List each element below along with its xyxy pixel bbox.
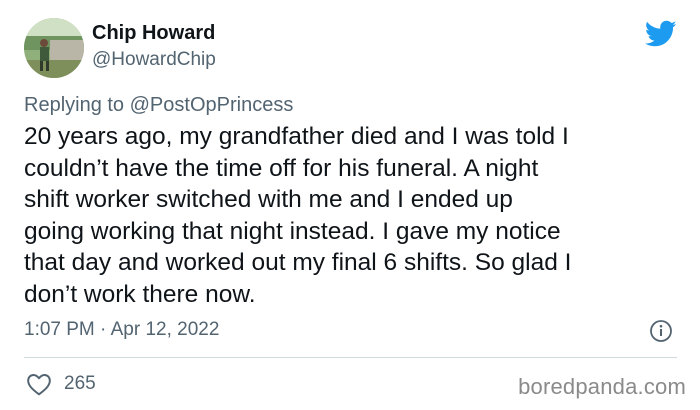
tweet-timestamp[interactable]: 1:07 PM · Apr 12, 2022 bbox=[24, 319, 219, 341]
twitter-bird-icon[interactable] bbox=[644, 20, 677, 48]
reply-context: Replying to @PostOpPrincess bbox=[24, 94, 293, 117]
reply-prefix: Replying to bbox=[24, 94, 125, 116]
reply-mention-link[interactable]: @PostOpPrincess bbox=[130, 94, 294, 116]
tweet-card: Chip Howard @HowardChip Replying to @Pos… bbox=[0, 0, 700, 410]
author-name[interactable]: Chip Howard bbox=[92, 22, 215, 45]
avatar[interactable] bbox=[24, 18, 84, 78]
info-icon[interactable] bbox=[649, 319, 673, 343]
like-count: 265 bbox=[64, 373, 96, 394]
heart-icon[interactable] bbox=[26, 372, 52, 396]
watermark: boredpanda.com bbox=[518, 374, 686, 399]
tweet-text: 20 years ago, my grandfather died and I … bbox=[24, 123, 572, 308]
divider bbox=[24, 357, 677, 358]
author-handle[interactable]: @HowardChip bbox=[92, 49, 216, 71]
avatar-photo bbox=[24, 18, 84, 78]
